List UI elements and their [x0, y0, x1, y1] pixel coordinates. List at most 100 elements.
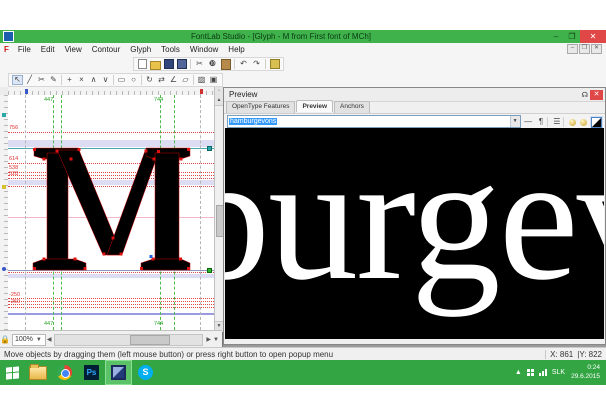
vguide-label-top-right: 744	[154, 97, 163, 103]
delete-node-icon[interactable]: ×	[76, 75, 87, 85]
taskbar-file-explorer[interactable]	[24, 360, 51, 385]
descender-zone-3	[8, 304, 214, 305]
glyph-canvas[interactable]: 447 744 447 744 756 614 538 528 -250 -26…	[8, 95, 214, 330]
taskbar-clock[interactable]: 0:24 29.6.2015	[571, 364, 600, 380]
menu-file[interactable]: File	[13, 45, 36, 54]
taskbar-chrome[interactable]	[51, 360, 78, 385]
convert-node-icon[interactable]: ∧	[88, 75, 99, 85]
skype-icon: S	[138, 365, 153, 380]
tab-opentype-features[interactable]: OpenType Features	[226, 101, 295, 113]
undo-icon[interactable]: ↶	[238, 59, 249, 69]
cut-icon[interactable]: ✂	[194, 59, 205, 69]
add-node-icon[interactable]: +	[64, 75, 75, 85]
paragraph-icon[interactable]: ¶	[536, 116, 547, 127]
left-sidebearing-line[interactable]	[25, 95, 26, 330]
paste-icon[interactable]	[220, 59, 231, 69]
combo-dropdown-icon[interactable]: ▼	[510, 116, 520, 127]
preview-render-area[interactable]: burgevons	[225, 128, 604, 339]
connect-node-icon[interactable]: ∨	[100, 75, 111, 85]
preview-header[interactable]: Preview ☊ ✕	[224, 88, 605, 102]
menu-contour[interactable]: Contour	[87, 45, 125, 54]
mdi-close-icon[interactable]: ✕	[591, 44, 602, 54]
label-ascender: 756	[9, 125, 18, 131]
free-transform-icon[interactable]: ▱	[180, 75, 191, 85]
preview-title: Preview	[229, 90, 257, 99]
save-all-icon[interactable]	[176, 59, 187, 69]
ascender-marker[interactable]	[2, 113, 6, 117]
tray-date: 29.6.2015	[571, 373, 600, 381]
hscroll-thumb[interactable]	[130, 335, 170, 345]
preview-close-icon[interactable]: ✕	[590, 90, 603, 100]
flip-tool-icon[interactable]: ⇄	[156, 75, 167, 85]
smooth-preview-icon[interactable]	[569, 119, 576, 126]
baseline-handle[interactable]	[207, 268, 212, 273]
open-icon[interactable]	[150, 59, 161, 69]
network-signal-icon[interactable]	[539, 369, 547, 376]
right-sidebearing-marker[interactable]	[200, 89, 203, 94]
taskbar-fontlab-active[interactable]	[105, 360, 132, 385]
tab-anchors[interactable]: Anchors	[334, 101, 370, 113]
hinted-preview-icon[interactable]	[580, 119, 587, 126]
menu-view[interactable]: View	[60, 45, 87, 54]
xheight-marker[interactable]	[2, 185, 6, 189]
corner-dropdown-icon[interactable]: ▼	[212, 337, 220, 343]
tools-toolbar: ↖ ╱ ✂ ✎ + × ∧ ∨ ▭ ○ ↻ ⇄ ∠ ▱ ▨ ▣	[0, 71, 606, 88]
cap-line-handle[interactable]	[207, 146, 212, 151]
dash-icon[interactable]: —	[523, 116, 534, 127]
knife-tool-icon[interactable]: ✂	[36, 75, 47, 85]
copy-icon[interactable]: ❿	[207, 59, 218, 69]
hscroll-right-icon[interactable]: ▶	[205, 336, 212, 343]
line-tool-icon[interactable]: ╱	[24, 75, 35, 85]
background-icon[interactable]: ▣	[208, 75, 219, 85]
taskbar-photoshop[interactable]: Ps	[78, 360, 105, 385]
zoom-control[interactable]: 100% ▼	[12, 334, 46, 346]
tray-grid-icon[interactable]	[527, 369, 534, 376]
close-button[interactable]: ✕	[580, 30, 606, 43]
redo-icon[interactable]: ↷	[251, 59, 262, 69]
tab-preview[interactable]: Preview	[296, 100, 333, 112]
sample-text-combobox[interactable]: hamburgevons ▼	[227, 115, 521, 128]
fontlab-icon	[111, 365, 126, 380]
taskbar-skype[interactable]: S	[132, 360, 159, 385]
rotate-tool-icon[interactable]: ↻	[144, 75, 155, 85]
lock-icon[interactable]: 🔒	[0, 335, 10, 345]
horizontal-scrollbar[interactable]	[54, 334, 203, 346]
ellipse-tool-icon[interactable]: ○	[128, 75, 139, 85]
vertical-scrollbar[interactable]: ▫ ▲ ▼	[214, 87, 223, 330]
maximize-button[interactable]: ❐	[564, 30, 580, 43]
tool-options-icon[interactable]	[269, 59, 280, 69]
label-descender-bottom: -260	[9, 299, 20, 305]
save-icon[interactable]	[163, 59, 174, 69]
menu-tools[interactable]: Tools	[156, 45, 185, 54]
menu-window[interactable]: Window	[185, 45, 223, 54]
hscroll-left-icon[interactable]: ◀	[46, 336, 53, 343]
zoom-dropdown-icon[interactable]: ▼	[35, 337, 43, 343]
right-sidebearing-line[interactable]	[200, 95, 201, 330]
file-explorer-icon	[29, 366, 47, 380]
cursor-y-coordinate: |Y: 822	[577, 350, 602, 359]
baseline-marker[interactable]	[2, 267, 6, 271]
slant-tool-icon[interactable]: ∠	[168, 75, 179, 85]
guide-756[interactable]	[8, 132, 214, 133]
minimize-button[interactable]: –	[548, 30, 564, 43]
rectangle-tool-icon[interactable]: ▭	[116, 75, 127, 85]
new-icon[interactable]	[137, 59, 148, 69]
mdi-minimize-icon[interactable]: –	[567, 44, 578, 54]
edit-tool-icon[interactable]: ↖	[12, 75, 23, 85]
baseline-alignment-zone	[8, 274, 214, 278]
pin-icon[interactable]: ☊	[582, 91, 588, 99]
pencil-tool-icon[interactable]: ✎	[48, 75, 59, 85]
glyph-outline-M[interactable]	[33, 148, 190, 270]
invert-colors-icon[interactable]	[591, 117, 602, 128]
list-icon[interactable]: ☰	[551, 116, 562, 127]
tray-expand-icon[interactable]: ▲	[515, 369, 522, 376]
keyboard-language[interactable]: SLK	[552, 369, 565, 376]
menu-help[interactable]: Help	[223, 45, 249, 54]
mdi-restore-icon[interactable]: ❐	[579, 44, 590, 54]
start-button[interactable]	[0, 360, 24, 385]
scroll-up-icon[interactable]: ▲	[215, 96, 223, 106]
left-sidebearing-marker[interactable]	[25, 89, 28, 94]
mask-icon[interactable]: ▨	[196, 75, 207, 85]
menu-glyph[interactable]: Glyph	[125, 45, 156, 54]
menu-edit[interactable]: Edit	[36, 45, 60, 54]
